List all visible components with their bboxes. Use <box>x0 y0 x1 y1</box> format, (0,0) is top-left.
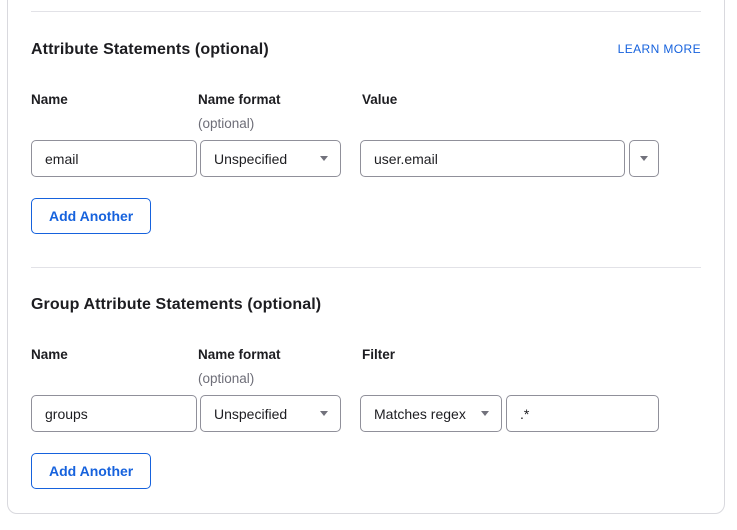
column-header-name: Name <box>31 92 68 107</box>
group-filter-condition-value: Matches regex <box>374 406 466 422</box>
column-header-name-format: Name format <box>198 347 281 362</box>
attribute-statements-title: Attribute Statements (optional) <box>31 41 269 59</box>
group-filter-value-input[interactable] <box>506 395 659 432</box>
attribute-name-format-value: Unspecified <box>214 151 287 167</box>
attribute-value-input[interactable] <box>360 140 625 177</box>
attribute-name-format-select[interactable]: Unspecified <box>200 140 341 177</box>
column-header-filter: Filter <box>362 347 395 362</box>
add-another-attribute-button[interactable]: Add Another <box>31 198 151 234</box>
chevron-down-icon <box>320 156 328 161</box>
column-header-name-format: Name format <box>198 92 281 107</box>
group-attribute-name-format-select[interactable]: Unspecified <box>200 395 341 432</box>
section-divider-middle <box>31 267 701 268</box>
chevron-down-icon <box>481 411 489 416</box>
saml-settings-page: Attribute Statements (optional) LEARN MO… <box>0 0 737 530</box>
saml-settings-panel <box>7 0 725 514</box>
chevron-down-icon <box>640 156 648 161</box>
column-header-value: Value <box>362 92 397 107</box>
section-divider-top <box>31 11 701 12</box>
attribute-value-dropdown-button[interactable] <box>629 140 659 177</box>
column-header-name: Name <box>31 347 68 362</box>
group-attribute-name-input[interactable] <box>31 395 197 432</box>
learn-more-link[interactable]: LEARN MORE <box>618 42 701 56</box>
group-filter-condition-select[interactable]: Matches regex <box>360 395 502 432</box>
add-another-group-attribute-button[interactable]: Add Another <box>31 453 151 489</box>
chevron-down-icon <box>320 411 328 416</box>
column-note-optional: (optional) <box>198 371 254 386</box>
column-note-optional: (optional) <box>198 116 254 131</box>
group-attribute-statements-title: Group Attribute Statements (optional) <box>31 296 321 314</box>
attribute-name-input[interactable] <box>31 140 197 177</box>
group-attribute-name-format-value: Unspecified <box>214 406 287 422</box>
